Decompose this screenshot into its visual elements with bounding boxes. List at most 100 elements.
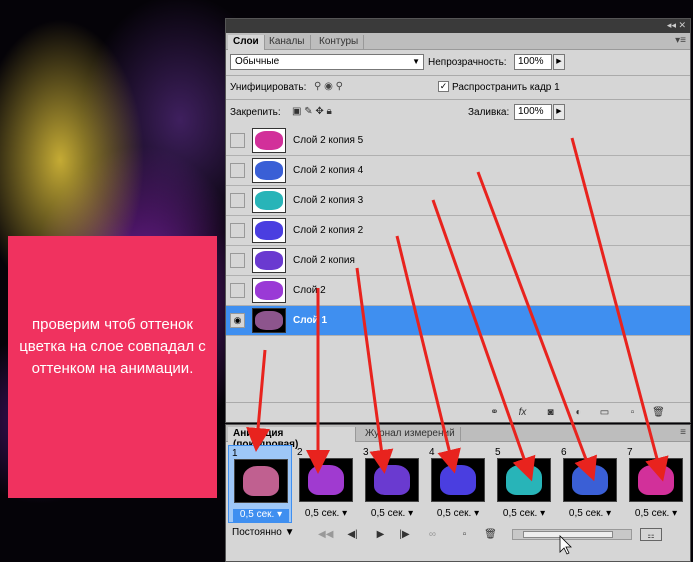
panel-titlebar[interactable]: ◂◂ ✕ [226, 19, 690, 33]
layer-thumbnail [252, 308, 286, 333]
loop-value: Постоянно [232, 527, 282, 538]
layer-row[interactable]: Слой 2 копия [226, 246, 690, 276]
tween-icon[interactable]: ∞ [426, 528, 439, 541]
annotation-box: проверим чтоб оттенок цветка на слое сов… [8, 236, 217, 498]
animation-tabs: Анимация (покадровая) Журнал измерений ≡ [226, 425, 690, 450]
animation-frame[interactable]: 4 0,5 сек. ▾ [426, 445, 490, 523]
first-frame-icon[interactable]: ◀◀ [318, 528, 333, 541]
tab-paths[interactable]: Контуры [314, 35, 365, 50]
frame-delay-value: 0,5 сек. [634, 508, 670, 519]
tab-channels[interactable]: Каналы [264, 35, 311, 50]
layer-row[interactable]: Слой 2 копия 2 [226, 216, 690, 246]
frame-thumbnail [234, 459, 288, 503]
frame-delay[interactable]: 0,5 сек. ▾ [496, 508, 552, 521]
divider [226, 75, 690, 76]
animation-frame[interactable]: 7 0,5 сек. ▾ [624, 445, 688, 523]
tab-layers[interactable]: Слои [228, 35, 265, 50]
layer-thumbnail [252, 278, 286, 303]
frame-delay[interactable]: 0,5 сек. ▾ [562, 508, 618, 521]
loop-select[interactable]: Постоянно ▼ [232, 527, 295, 538]
annotation-text: проверим чтоб оттенок цветка на слое сов… [19, 316, 206, 377]
frame-delay[interactable]: 0,5 сек. ▾ [430, 508, 486, 521]
layer-name: Слой 2 копия 2 [293, 225, 364, 236]
layer-row[interactable]: Слой 2 копия 3 [226, 186, 690, 216]
animation-panel: Анимация (покадровая) Журнал измерений ≡… [225, 424, 691, 562]
trash-icon[interactable]: 🗑︎ [652, 406, 665, 419]
fill-label: Заливка: [468, 107, 510, 118]
lock-label: Закрепить: [230, 107, 281, 118]
folder-icon[interactable]: ▭ [598, 406, 611, 419]
frame-number: 2 [297, 447, 303, 458]
frame-thumbnail [365, 458, 419, 502]
layer-name: Слой 2 [293, 285, 326, 296]
layer-row-selected[interactable]: ◉ Слой 1 [226, 306, 690, 336]
opacity-label: Непрозрачность: [428, 57, 507, 68]
blend-mode-select[interactable]: Обычные ▼ [230, 54, 424, 70]
visibility-toggle[interactable] [230, 193, 245, 208]
panel-menu-icon[interactable]: ▾≡ [675, 35, 686, 46]
frame-number: 5 [495, 447, 501, 458]
lock-icons[interactable]: ▣ ✎ ✥ 🔒︎ [292, 106, 332, 117]
layer-name: Слой 2 копия 5 [293, 135, 364, 146]
adjustment-icon[interactable]: ◐ [572, 406, 585, 419]
propagate-checkbox[interactable]: ✓ [438, 81, 449, 92]
new-frame-icon[interactable]: ▫ [458, 528, 471, 541]
layers-list: Слой 2 копия 5 Слой 2 копия 4 Слой 2 коп… [226, 126, 690, 338]
animation-frame[interactable]: 5 0,5 сек. ▾ [492, 445, 556, 523]
opacity-slider-arrow-icon[interactable]: ▶ [553, 54, 565, 70]
next-frame-icon[interactable]: |▶ [398, 528, 411, 541]
layers-panel: ◂◂ ✕ Слои Каналы Контуры ▾≡ Обычные ▼ Не… [225, 18, 691, 423]
play-icon[interactable]: ▶ [374, 528, 387, 541]
layer-row[interactable]: Слой 2 копия 4 [226, 156, 690, 186]
frame-delay[interactable]: 0,5 сек. ▾ [364, 508, 420, 521]
fill-slider-arrow-icon[interactable]: ▶ [553, 104, 565, 120]
frame-thumbnail [629, 458, 683, 502]
visibility-toggle[interactable] [230, 223, 245, 238]
layer-row[interactable]: Слой 2 [226, 276, 690, 306]
frame-delay-value: 0,5 сек. [304, 508, 340, 519]
layer-name: Слой 1 [293, 315, 328, 326]
visibility-toggle[interactable] [230, 283, 245, 298]
frame-number: 1 [232, 448, 238, 459]
animation-controls: Постоянно ▼ ◀◀ ◀| ▶ |▶ ∞ ▫ 🗑︎ ⚏ [226, 525, 690, 545]
visibility-toggle[interactable] [230, 253, 245, 268]
palette-icon[interactable]: ⚏ [640, 528, 662, 541]
layer-name: Слой 2 копия [293, 255, 355, 266]
prev-frame-icon[interactable]: ◀| [346, 528, 359, 541]
visibility-toggle[interactable] [230, 163, 245, 178]
frame-number: 4 [429, 447, 435, 458]
animation-frame[interactable]: 6 0,5 сек. ▾ [558, 445, 622, 523]
fill-input[interactable]: 100% [514, 104, 552, 120]
frame-delay[interactable]: 0,5 сек. ▾ [233, 509, 289, 522]
link-icon[interactable]: ⚭ [488, 406, 501, 419]
chevron-down-icon: ▼ [412, 57, 420, 66]
layer-thumbnail [252, 158, 286, 183]
collapse-icon[interactable]: ◂◂ ✕ [667, 20, 686, 31]
new-layer-icon[interactable]: ▫ [626, 406, 639, 419]
layer-row[interactable]: Слой 2 копия 5 [226, 126, 690, 156]
animation-frame[interactable]: 3 0,5 сек. ▾ [360, 445, 424, 523]
tab-measurement-log[interactable]: Журнал измерений [360, 427, 461, 442]
frame-number: 6 [561, 447, 567, 458]
opacity-input[interactable]: 100% [514, 54, 552, 70]
eye-icon[interactable]: ◉ [230, 313, 245, 328]
horizontal-scrollbar[interactable] [512, 529, 632, 540]
fx-icon[interactable]: fx [516, 406, 529, 419]
mask-icon[interactable]: ◙ [544, 406, 557, 419]
unify-icons[interactable]: ⚲ ◉ ⚲ [314, 81, 343, 92]
scrollbar-thumb[interactable] [523, 531, 613, 538]
frame-thumbnail [497, 458, 551, 502]
animation-frame[interactable]: 1 0,5 сек. ▾ [228, 445, 292, 523]
frame-delay-value: 0,5 сек. [239, 509, 275, 520]
panel-menu-icon[interactable]: ≡ [680, 427, 686, 438]
layer-thumbnail [252, 248, 286, 273]
animation-frame[interactable]: 2 0,5 сек. ▾ [294, 445, 358, 523]
frame-delay[interactable]: 0,5 сек. ▾ [298, 508, 354, 521]
trash-icon[interactable]: 🗑︎ [484, 528, 497, 541]
frame-delay[interactable]: 0,5 сек. ▾ [628, 508, 684, 521]
propagate-label: Распространить кадр 1 [452, 82, 560, 93]
visibility-toggle[interactable] [230, 133, 245, 148]
tab-animation[interactable]: Анимация (покадровая) [228, 427, 356, 450]
frame-delay-value: 0,5 сек. [568, 508, 604, 519]
frame-thumbnail [299, 458, 353, 502]
